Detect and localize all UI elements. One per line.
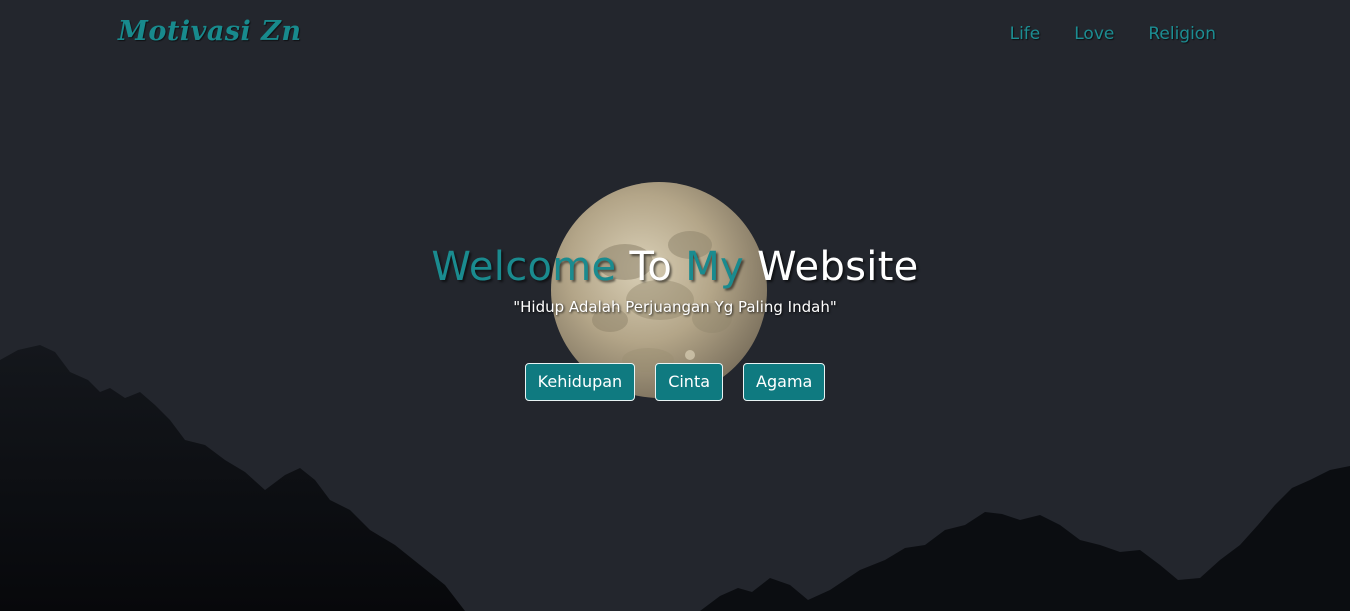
hero-tagline: "Hidup Adalah Perjuangan Yg Paling Indah… [513,298,837,316]
nav-links: Life Love Religion [1010,24,1216,44]
hero-buttons: Kehidupan Cinta Agama [0,363,1350,401]
hero-title: Welcome To My Website [0,240,1350,294]
hero-title-word-welcome: Welcome [431,244,617,290]
brand-logo[interactable]: Motivasi Zn [118,16,302,47]
hero-section: Welcome To My Website "Hidup Adalah Perj… [0,240,1350,316]
nav-link-life[interactable]: Life [1010,24,1041,44]
kehidupan-button[interactable]: Kehidupan [524,363,636,401]
nav-link-religion[interactable]: Religion [1148,24,1216,44]
agama-button[interactable]: Agama [743,363,826,401]
nav-link-love[interactable]: Love [1074,24,1114,44]
hero-title-word-my: My [685,244,745,290]
cinta-button[interactable]: Cinta [655,363,724,401]
navbar: Motivasi Zn Life Love Religion [0,0,1350,70]
hero-title-word-website: Website [757,244,919,290]
hero-title-word-to: To [629,244,673,290]
